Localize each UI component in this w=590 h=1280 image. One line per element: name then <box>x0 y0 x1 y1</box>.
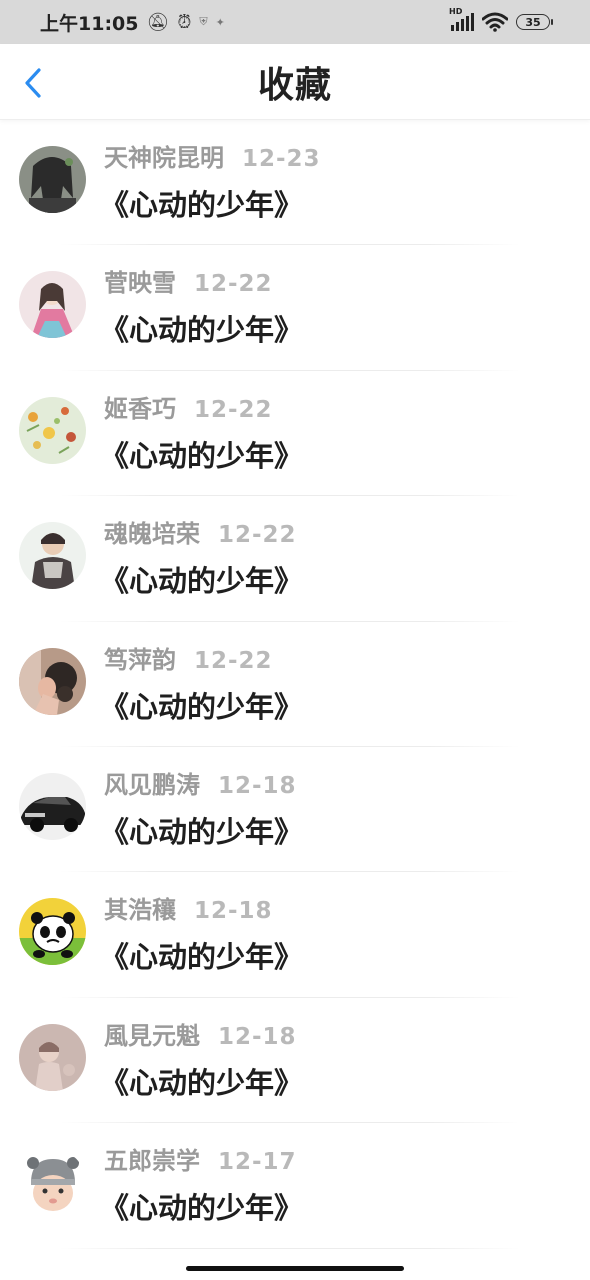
item-meta: 魂魄培荣 12-22 <box>104 514 297 549</box>
user-name: 魂魄培荣 <box>104 520 200 549</box>
item-meta: 風見元魁 12-18 <box>104 1016 297 1051</box>
user-name: 風見元魁 <box>104 1021 200 1050</box>
status-bar: 上午11:05 🔕︎ ⏰︎ ⛨ ✦ HD 35 <box>0 0 590 44</box>
item-date: 12-22 <box>218 522 297 549</box>
user-name: 其浩穰 <box>104 896 176 925</box>
home-indicator[interactable] <box>186 1266 404 1271</box>
favorite-item[interactable]: 魂魄培荣 12-22 《心动的少年》 <box>0 496 590 622</box>
favorite-item[interactable]: 其浩穰 12-18 《心动的少年》 <box>0 872 590 998</box>
favorite-item[interactable]: 风见鹏涛 12-18 《心动的少年》 <box>0 747 590 873</box>
item-date: 12-22 <box>194 271 273 298</box>
avatar <box>19 1149 86 1217</box>
item-date: 12-22 <box>194 396 273 423</box>
battery-level: 35 <box>525 15 541 29</box>
user-name: 五郎崇学 <box>104 1147 200 1176</box>
status-right: HD 35 <box>449 7 553 32</box>
work-title: 《心动的少年》 <box>100 313 304 348</box>
item-date: 12-18 <box>194 898 273 925</box>
item-meta: 天神院昆明 12-23 <box>104 138 321 173</box>
favorites-list: 天神院昆明 12-23 《心动的少年》 菅映雪 12-22 《心动的少年》 姬香… <box>0 120 590 1249</box>
avatar <box>19 396 86 464</box>
item-date: 12-17 <box>218 1149 297 1176</box>
work-title: 《心动的少年》 <box>100 438 304 473</box>
favorite-item[interactable]: 五郎崇学 12-17 《心动的少年》 <box>0 1123 590 1249</box>
favorite-item[interactable]: 菅映雪 12-22 《心动的少年》 <box>0 245 590 371</box>
item-meta: 五郎崇学 12-17 <box>104 1141 297 1176</box>
chevron-left-icon <box>25 68 41 98</box>
avatar <box>19 898 86 966</box>
item-date: 12-18 <box>218 772 297 799</box>
page-title: 收藏 <box>257 64 332 106</box>
avatar <box>19 647 86 715</box>
favorite-item[interactable]: 風見元魁 12-18 《心动的少年》 <box>0 998 590 1124</box>
item-date: 12-23 <box>242 146 321 172</box>
work-title: 《心动的少年》 <box>100 1065 304 1100</box>
wifi-icon <box>482 12 508 32</box>
item-meta: 其浩穰 12-18 <box>104 890 273 925</box>
work-title: 《心动的少年》 <box>100 689 304 724</box>
item-date: 12-18 <box>218 1023 297 1050</box>
network-type: HD <box>449 7 463 16</box>
divider <box>60 1247 520 1249</box>
alarm-icon: ⏰︎ <box>177 11 192 33</box>
item-meta: 笃萍韵 12-22 <box>104 640 273 675</box>
work-title: 《心动的少年》 <box>100 564 304 599</box>
shield-icon: ⛨ <box>199 15 208 28</box>
user-name: 天神院昆明 <box>104 144 224 172</box>
item-date: 12-22 <box>194 647 273 674</box>
bell-off-icon: 🔕︎ <box>146 11 170 33</box>
item-meta: 菅映雪 12-22 <box>104 263 273 298</box>
favorite-item[interactable]: 天神院昆明 12-23 《心动的少年》 <box>0 120 590 246</box>
avatar <box>19 271 86 339</box>
nav-header: 收藏 <box>0 44 590 120</box>
work-title: 《心动的少年》 <box>100 940 304 975</box>
work-title: 《心动的少年》 <box>100 814 304 849</box>
item-meta: 风见鹏涛 12-18 <box>104 765 297 800</box>
avatar <box>19 772 86 840</box>
avatar <box>19 1023 86 1091</box>
favorite-item[interactable]: 姬香巧 12-22 《心动的少年》 <box>0 371 590 497</box>
favorite-item[interactable]: 笃萍韵 12-22 《心动的少年》 <box>0 622 590 747</box>
battery-icon: 35 <box>516 14 553 30</box>
avatar <box>19 146 86 213</box>
back-button[interactable] <box>18 66 48 100</box>
status-left: 上午11:05 🔕︎ ⏰︎ ⛨ ✦ <box>40 9 225 36</box>
work-title: 《心动的少年》 <box>100 188 304 222</box>
user-name: 风见鹏涛 <box>104 770 200 799</box>
work-title: 《心动的少年》 <box>100 1191 304 1226</box>
feather-icon: ✦ <box>215 15 225 29</box>
signal-icon: HD <box>449 7 474 31</box>
user-name: 笃萍韵 <box>104 645 176 674</box>
user-name: 姬香巧 <box>104 394 176 423</box>
user-name: 菅映雪 <box>104 269 176 298</box>
item-meta: 姬香巧 12-22 <box>104 389 273 424</box>
status-time: 上午11:05 <box>40 12 139 35</box>
avatar <box>19 522 86 590</box>
